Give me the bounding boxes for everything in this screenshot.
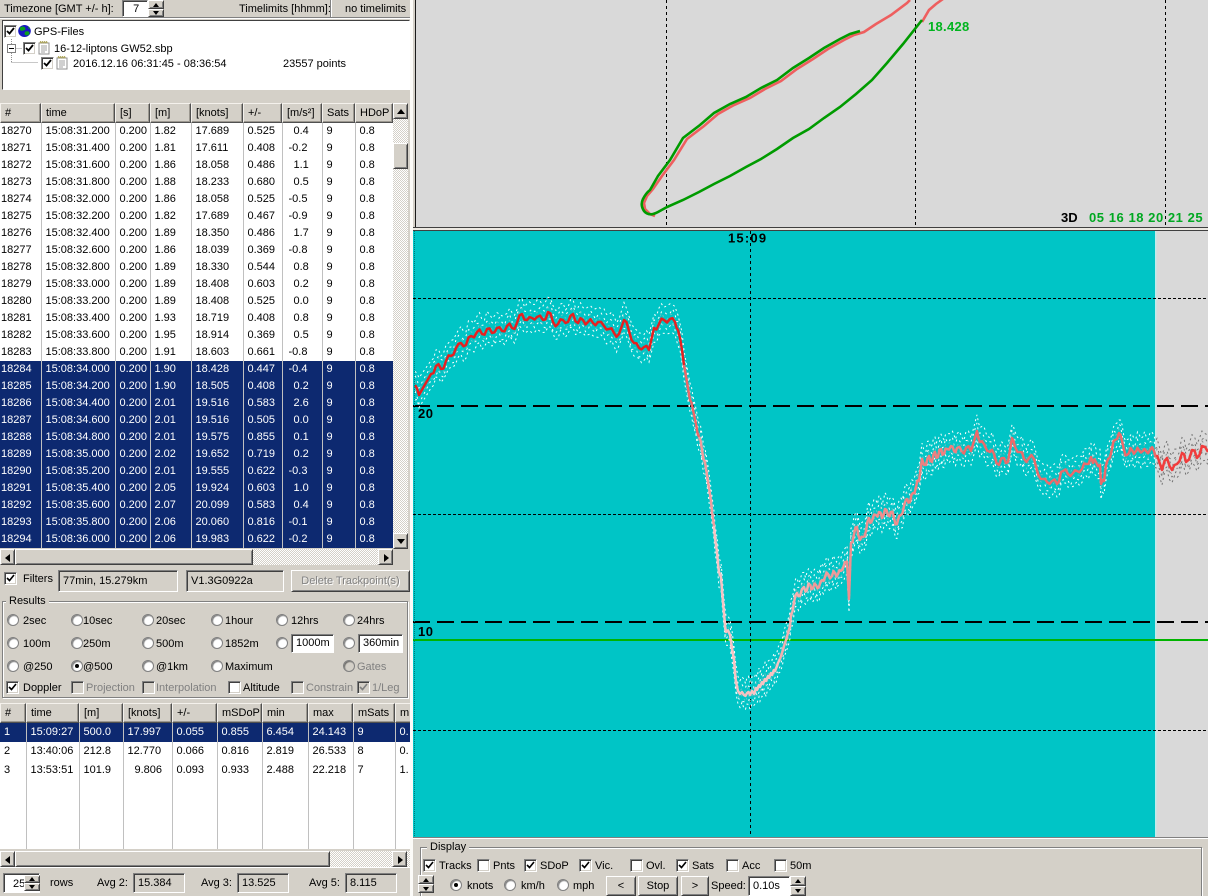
svg-text:10: 10 [418, 624, 433, 639]
svg-text:15:09: 15:09 [728, 231, 767, 246]
svg-text:18.428: 18.428 [928, 19, 970, 34]
svg-text:3D: 3D [1061, 210, 1078, 225]
svg-text:20: 20 [418, 406, 433, 421]
svg-text:05 16 18 20 21 25: 05 16 18 20 21 25 [1089, 210, 1203, 225]
